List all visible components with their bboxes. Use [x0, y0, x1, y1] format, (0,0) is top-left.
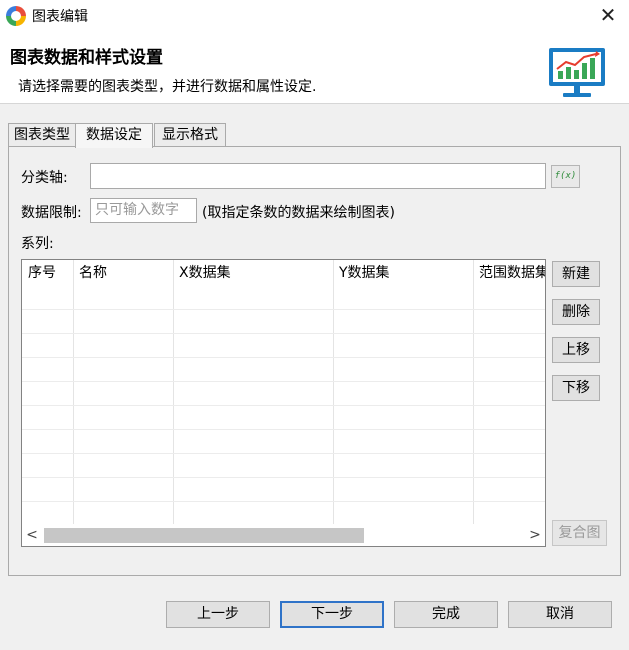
table-row[interactable]: [22, 382, 545, 406]
app-logo-icon: [6, 6, 26, 26]
column-header-index[interactable]: 序号: [22, 260, 74, 286]
category-axis-input[interactable]: [90, 163, 546, 189]
table-row[interactable]: [22, 358, 545, 382]
fx-formula-button[interactable]: f(x): [551, 165, 580, 188]
series-label: 系列:: [21, 236, 54, 252]
horizontal-scrollbar[interactable]: < >: [22, 524, 545, 546]
header-title: 图表数据和样式设置: [10, 48, 163, 68]
scroll-right-icon[interactable]: >: [525, 524, 545, 546]
composite-chart-button[interactable]: 复合图: [552, 520, 607, 546]
table-row[interactable]: [22, 430, 545, 454]
cancel-button[interactable]: 取消: [508, 601, 612, 628]
window-title: 图表编辑: [32, 9, 88, 25]
column-header-x-dataset[interactable]: X数据集: [173, 260, 334, 286]
column-header-range-dataset[interactable]: 范围数据集: [473, 260, 545, 286]
tab-display-format[interactable]: 显示格式: [154, 123, 226, 147]
move-down-button[interactable]: 下移: [552, 375, 600, 401]
tab-data-settings[interactable]: 数据设定: [75, 123, 153, 148]
table-row[interactable]: [22, 310, 545, 334]
category-axis-label: 分类轴:: [21, 170, 68, 186]
column-header-name[interactable]: 名称: [73, 260, 174, 286]
table-row[interactable]: [22, 334, 545, 358]
tab-chart-type[interactable]: 图表类型: [8, 123, 76, 147]
scroll-left-icon[interactable]: <: [22, 524, 42, 546]
close-button[interactable]: ✕: [595, 3, 621, 27]
new-series-button[interactable]: 新建: [552, 261, 600, 287]
table-row[interactable]: [22, 454, 545, 478]
title-bar: 图表编辑 ✕: [0, 0, 629, 31]
data-limit-input[interactable]: 只可输入数字: [90, 198, 197, 223]
previous-step-button[interactable]: 上一步: [166, 601, 270, 628]
data-limit-label: 数据限制:: [21, 205, 82, 221]
scrollbar-thumb[interactable]: [44, 528, 364, 543]
delete-series-button[interactable]: 删除: [552, 299, 600, 325]
finish-button[interactable]: 完成: [394, 601, 498, 628]
data-limit-hint: (取指定条数的数据来绘制图表): [202, 205, 395, 221]
table-row[interactable]: [22, 502, 545, 526]
table-header: 序号 名称 X数据集 Y数据集 范围数据集: [22, 260, 545, 286]
header-subtitle: 请选择需要的图表类型，并进行数据和属性设定.: [18, 79, 317, 95]
table-row[interactable]: [22, 286, 545, 310]
table-row[interactable]: [22, 478, 545, 502]
column-header-y-dataset[interactable]: Y数据集: [333, 260, 474, 286]
table-row[interactable]: [22, 406, 545, 430]
next-step-button[interactable]: 下一步: [280, 601, 384, 628]
dialog-header: 图表数据和样式设置 请选择需要的图表类型，并进行数据和属性设定.: [0, 31, 629, 104]
series-table[interactable]: 序号 名称 X数据集 Y数据集 范围数据集 < >: [21, 259, 546, 547]
chart-monitor-icon: [549, 48, 605, 97]
move-up-button[interactable]: 上移: [552, 337, 600, 363]
